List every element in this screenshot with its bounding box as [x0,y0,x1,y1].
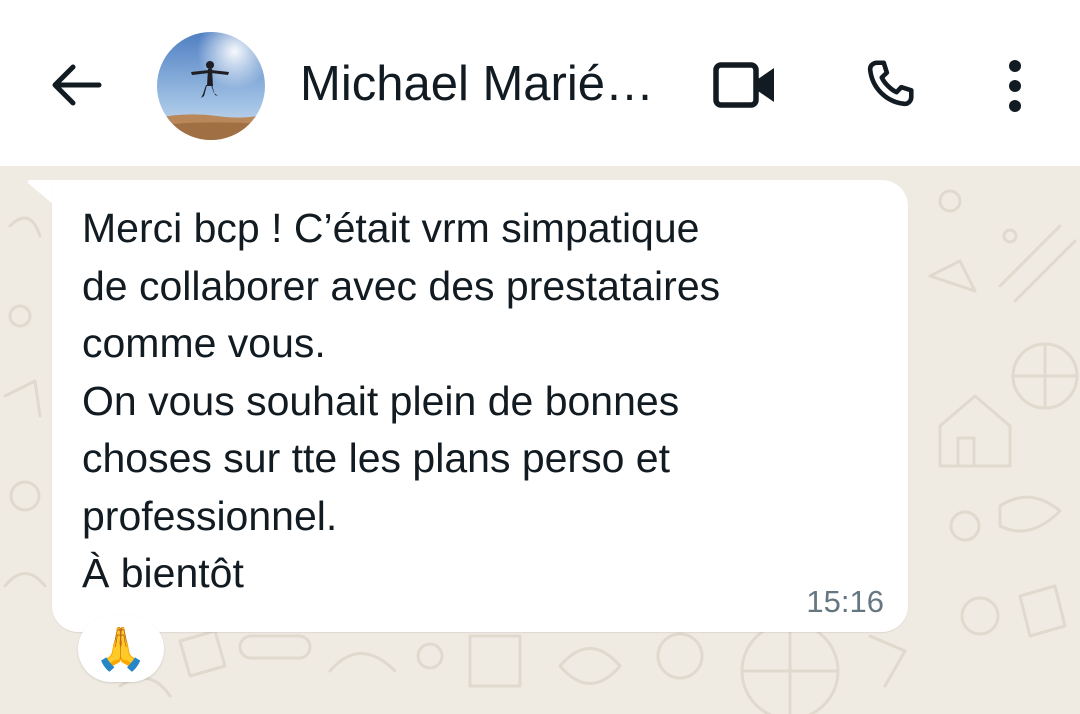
message-line: de collaborer avec des prestataires [82,262,721,309]
video-camera-icon [713,62,774,108]
avatar[interactable] [157,32,265,140]
message-line: professionnel. [82,492,338,539]
contact-name[interactable]: Michael Marié… [300,54,670,114]
chat-header: Michael Marié… [0,0,1080,166]
vertical-dots-icon [1009,60,1021,112]
chat-area[interactable]: Merci bcp ! C’était vrm simpatique de co… [0,166,1080,714]
contact-avatar [157,32,265,140]
message-line: À bientôt [82,550,244,596]
message-line: Merci bcp ! C’était vrm simpatique [82,205,700,251]
back-button[interactable] [40,50,110,120]
phone-icon [867,60,914,107]
praying-hands-emoji: 🙏 [94,624,148,672]
message-line: comme vous. [82,320,326,366]
voice-call-button[interactable] [850,48,930,120]
message-line: On vous souhait plein de bonnes [82,377,680,424]
more-options-button[interactable] [985,50,1045,122]
message-bubble[interactable]: Merci bcp ! C’était vrm simpatique de co… [52,180,908,632]
reaction-badge[interactable]: 🙏 [78,616,164,682]
arrow-left-icon [52,64,102,106]
message-line: choses sur tte les plans perso et [82,435,670,481]
message-timestamp: 15:16 [806,584,884,619]
video-call-button[interactable] [705,52,785,118]
message-text: Merci bcp ! C’était vrm simpatique de co… [82,200,882,603]
